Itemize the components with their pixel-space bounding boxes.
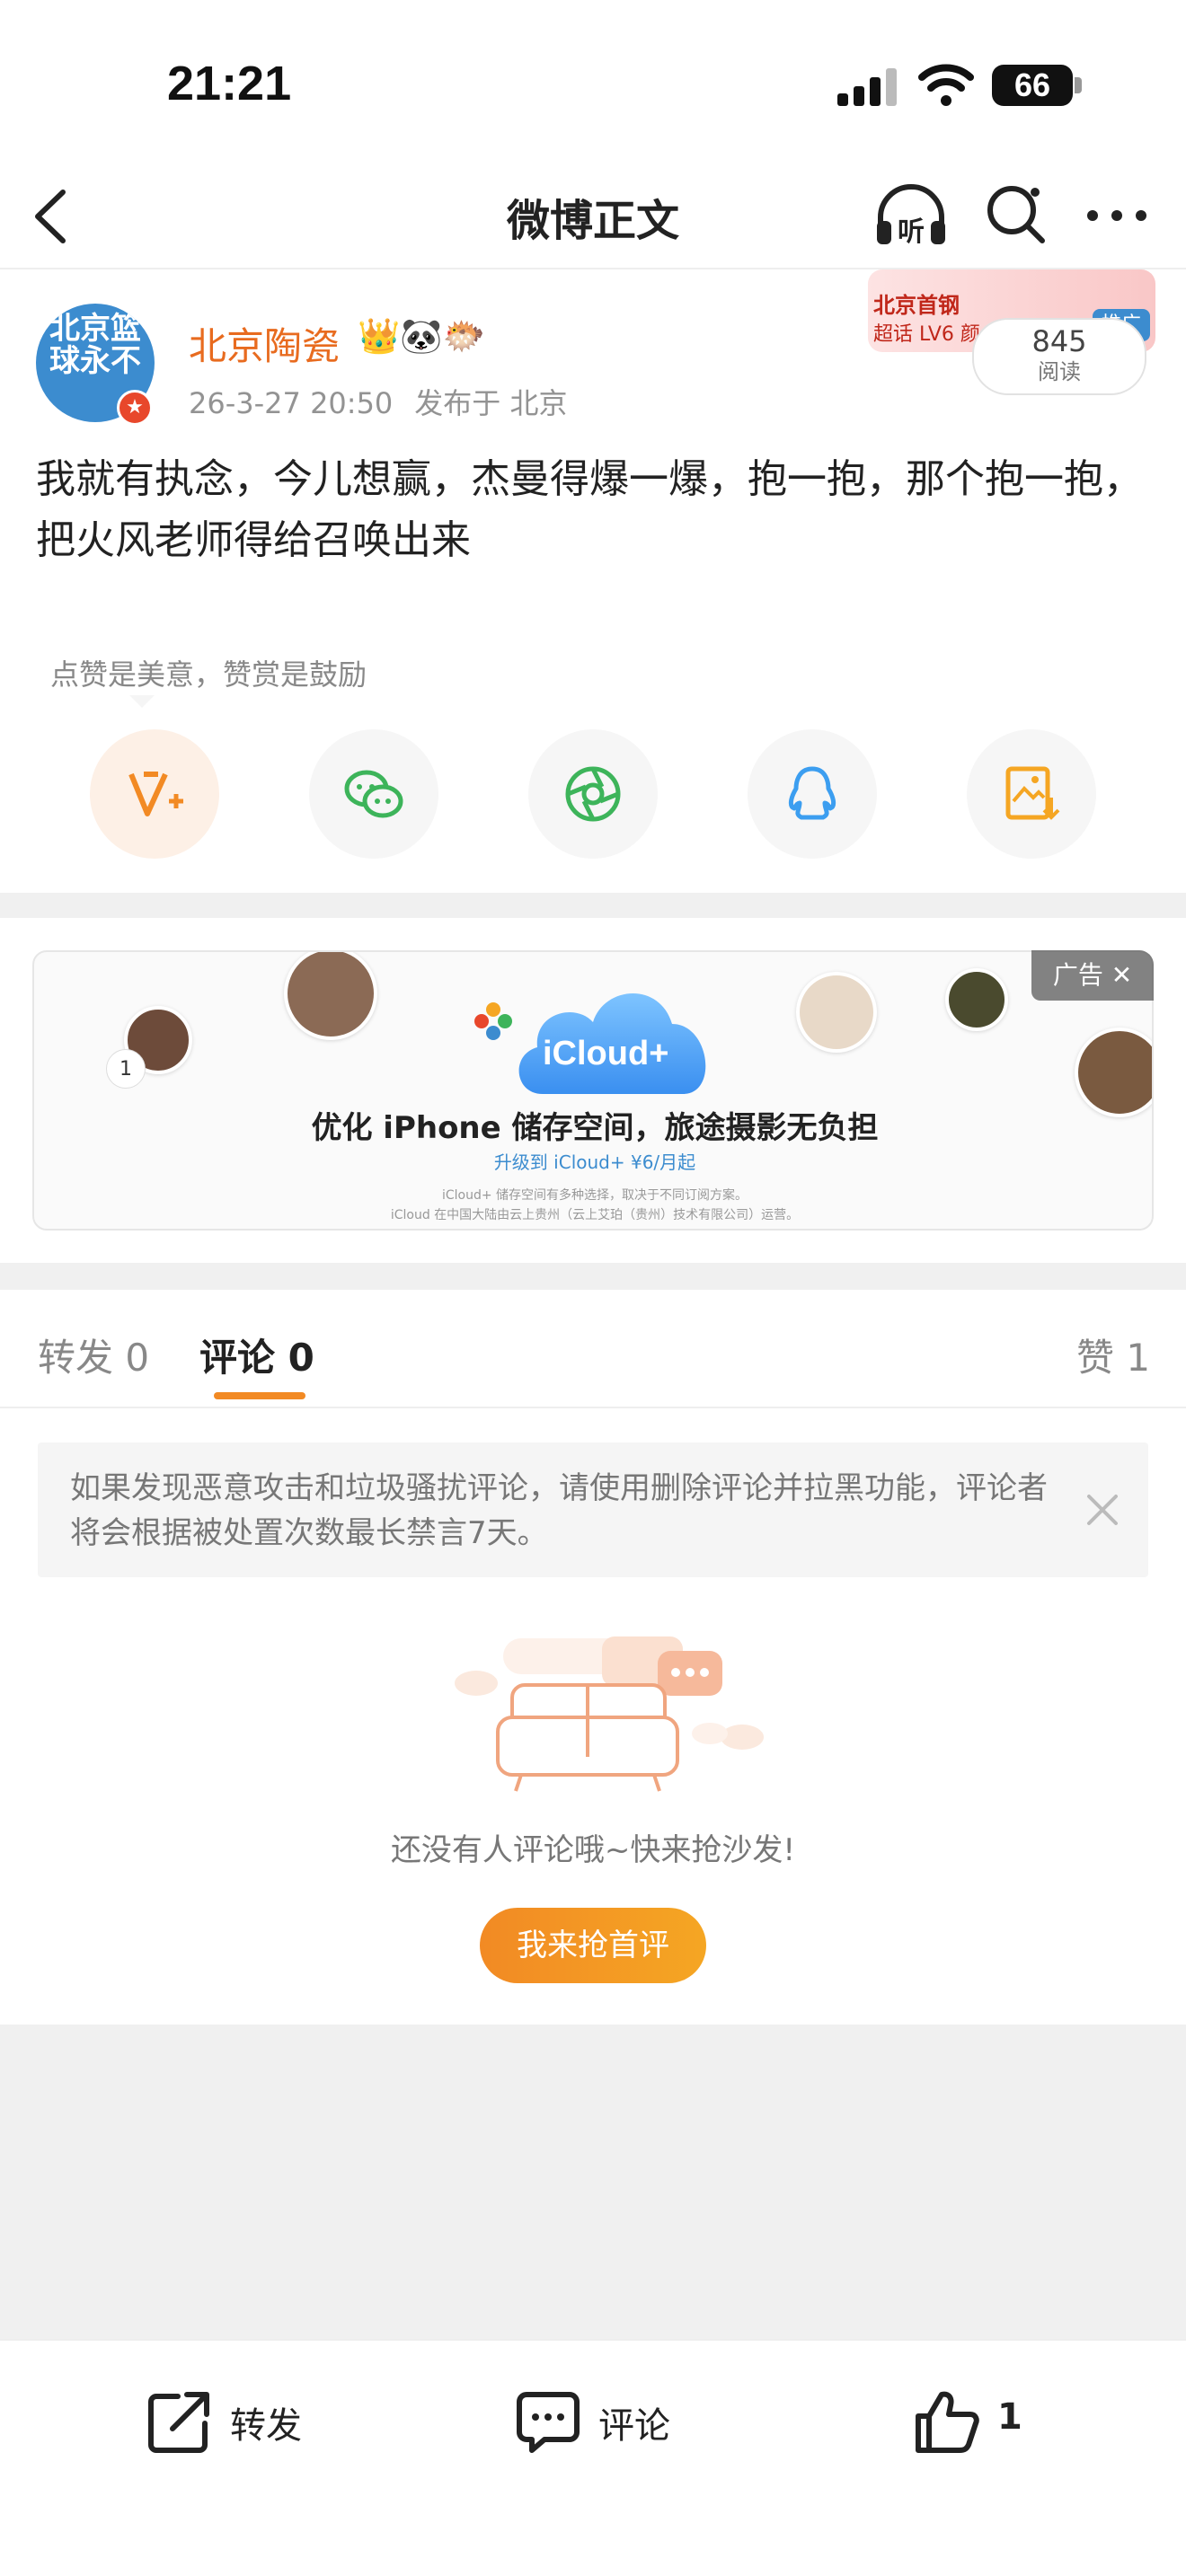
- wifi-icon: [918, 64, 974, 106]
- like-count: 1: [997, 2396, 1022, 2438]
- read-count: 845: [1031, 324, 1087, 358]
- comment-icon: [517, 2392, 580, 2453]
- qq-share-button[interactable]: [748, 729, 877, 859]
- share-row: [0, 729, 1186, 859]
- wechat-share-button[interactable]: [309, 729, 438, 859]
- ad-headline: 优化 iPhone 储存空间，旅途摄影无负担: [311, 1110, 879, 1146]
- comment-notice: 如果发现恶意攻击和垃圾骚扰评论，请使用删除评论并拉黑功能，评论者将会根据被处置次…: [38, 1442, 1148, 1577]
- promo-subtitle: 超话 LV6 颜: [873, 323, 980, 346]
- signal-icon: [837, 68, 900, 106]
- post-time: 26-3-27 20:50: [189, 386, 394, 420]
- moments-share-button[interactable]: [528, 729, 658, 859]
- battery-icon: 66: [992, 65, 1073, 106]
- save-image-icon: [1005, 766, 1060, 820]
- moments-icon: [565, 766, 621, 822]
- save-image-share-button[interactable]: [967, 729, 1096, 859]
- comment-label: 评论: [598, 2405, 670, 2447]
- ad-fine-print: iCloud 在中国大陆由云上贵州（云上艾珀（贵州）技术有限公司）运营。: [390, 1208, 800, 1222]
- tab-repost[interactable]: 转发 0: [38, 1328, 149, 1382]
- tab-active-indicator: [214, 1392, 305, 1399]
- ad-counter: 1: [106, 1049, 146, 1089]
- post-location: 发布于 北京: [414, 386, 568, 420]
- section-divider: [0, 1263, 1186, 1290]
- ad-photo: [796, 972, 877, 1053]
- empty-area: [0, 2025, 1186, 2339]
- listen-label: 听: [898, 216, 925, 248]
- verified-badge-icon: ★: [117, 390, 153, 426]
- ad-photo: [284, 952, 377, 1040]
- close-icon[interactable]: [1082, 1489, 1123, 1531]
- ad-fine-print: iCloud+ 储存空间有多种选择，取决于不同订阅方案。: [441, 1188, 748, 1203]
- empty-sofa-illustration: [455, 1636, 764, 1792]
- ad-brand: iCloud+: [543, 1035, 669, 1072]
- ad-card[interactable]: iCloud+ 优化 iPhone 储存空间，旅途摄影无负担 升级到 iClou…: [32, 950, 1154, 1231]
- author-name[interactable]: 北京陶瓷: [189, 316, 340, 371]
- author-badges: 👑🐼🐡: [358, 316, 485, 356]
- ad-photo: [945, 968, 1008, 1031]
- tab-like[interactable]: 赞 1: [1076, 1328, 1150, 1382]
- ad-close-label[interactable]: 广告 ✕: [1031, 950, 1154, 1001]
- vplus-share-button[interactable]: [90, 729, 219, 859]
- repost-icon: [148, 2392, 209, 2453]
- battery-tip: [1075, 77, 1082, 93]
- avatar-text: 北京篮球永不: [49, 311, 141, 379]
- comment-button[interactable]: 评论: [514, 2378, 712, 2459]
- read-count-box: 845 阅读: [972, 318, 1146, 395]
- more-icon[interactable]: [1085, 189, 1148, 243]
- thumbs-up-icon: [916, 2391, 979, 2453]
- post-text: 我就有执念，今儿想赢，杰曼得爆一爆，抱一抱，那个抱一抱，把火风老师得给召唤出来: [36, 456, 1143, 563]
- nav-bar: 微博正文 听: [0, 162, 1186, 269]
- read-label: 阅读: [1038, 359, 1081, 384]
- repost-label: 转发: [230, 2405, 302, 2447]
- empty-comments-text: 还没有人评论哦~快来抢沙发!: [390, 1832, 796, 1868]
- footer-action-bar: 转发 评论 1: [0, 2339, 1186, 2576]
- status-time: 21:21: [167, 57, 292, 110]
- tab-comment[interactable]: 评论 0: [199, 1328, 314, 1382]
- headphones-listen-icon[interactable]: 听: [873, 180, 949, 251]
- reward-tip: 点赞是美意，赞赏是鼓励: [40, 648, 377, 708]
- section-divider: [0, 893, 1186, 918]
- notice-text: 如果发现恶意攻击和垃圾骚扰评论，请使用删除评论并拉黑功能，评论者将会根据被处置次…: [70, 1470, 1048, 1551]
- search-icon[interactable]: [983, 181, 1048, 246]
- like-button[interactable]: 1: [913, 2378, 1057, 2459]
- repost-button[interactable]: 转发: [146, 2378, 343, 2459]
- status-bar: 21:21 66: [0, 0, 1186, 162]
- vplus-icon: [128, 772, 183, 816]
- first-comment-button[interactable]: 我来抢首评: [480, 1908, 706, 1983]
- ad-subline: 升级到 iCloud+ ¥6/月起: [493, 1151, 696, 1173]
- promo-title: 北京首钢: [873, 293, 960, 318]
- qq-icon: [788, 766, 836, 820]
- comment-tabs: 转发 0 评论 0 赞 1: [0, 1290, 1186, 1408]
- wechat-icon: [344, 770, 403, 818]
- post-meta: 26-3-27 20:50 发布于 北京: [189, 381, 589, 422]
